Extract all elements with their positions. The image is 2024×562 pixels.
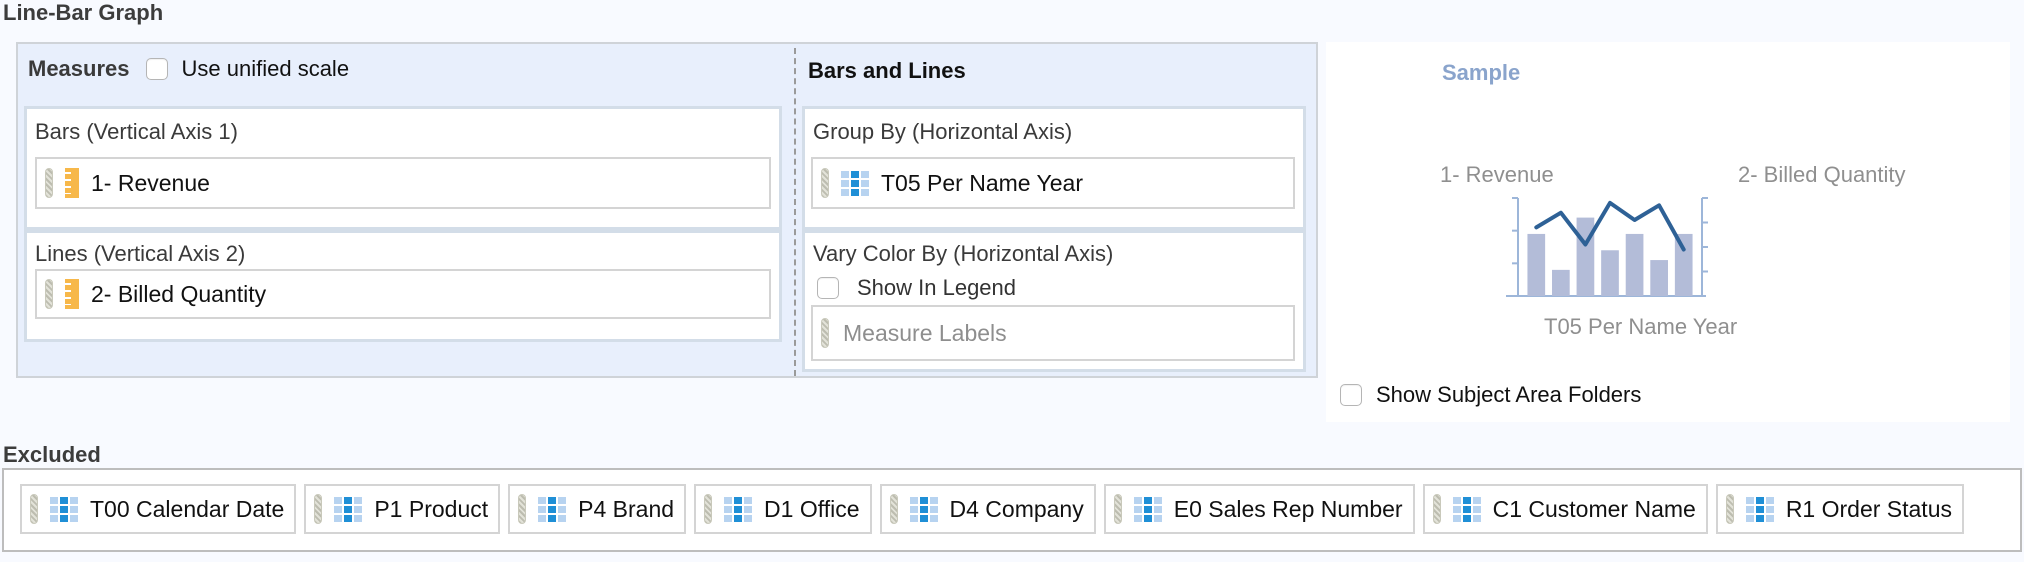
excluded-chip[interactable]: D1 Office xyxy=(694,484,872,534)
bar-mark xyxy=(1601,250,1619,296)
bar-mark xyxy=(1674,233,1693,296)
excluded-chip[interactable]: P1 Product xyxy=(304,484,501,534)
measures-header: Measures Use unified scale xyxy=(28,56,349,82)
sample-chart xyxy=(1506,197,1708,297)
excluded-chip[interactable]: P4 Brand xyxy=(508,484,687,534)
drag-handle-icon[interactable] xyxy=(1725,494,1734,524)
excluded-heading: Excluded xyxy=(3,442,101,467)
bars-drop-zone[interactable]: Bars (Vertical Axis 1) 1- Revenue xyxy=(24,106,782,230)
bars-zone-title: Bars (Vertical Axis 1) xyxy=(35,119,238,144)
bar-mark xyxy=(1527,233,1546,296)
drag-handle-icon[interactable] xyxy=(30,494,38,524)
sample-title: Sample xyxy=(1442,60,1521,85)
drag-handle-icon[interactable] xyxy=(889,494,898,524)
chip-label: P1 Product xyxy=(374,495,489,522)
drag-handle-icon[interactable] xyxy=(1432,494,1441,524)
measure-chip-billed-quantity[interactable]: 2- Billed Quantity xyxy=(35,269,771,319)
placeholder-chip-measure-labels[interactable]: Measure Labels xyxy=(811,305,1295,361)
use-unified-scale-label: Use unified scale xyxy=(181,56,350,81)
vary-color-zone-title: Vary Color By (Horizontal Axis) xyxy=(813,241,1114,266)
attribute-grid-icon xyxy=(538,496,567,522)
bar-mark xyxy=(1576,217,1595,296)
lines-drop-zone[interactable]: Lines (Vertical Axis 2) 2- Billed Quanti… xyxy=(24,230,782,342)
attribute-grid-icon xyxy=(841,170,869,196)
y-axis-label: 1- Revenue xyxy=(1440,162,1554,187)
attribute-grid-icon xyxy=(334,496,363,522)
show-subject-area-folders-row: Show Subject Area Folders xyxy=(1340,382,1641,408)
attribute-grid-icon xyxy=(909,496,938,522)
attribute-grid-icon xyxy=(724,496,753,522)
drag-handle-icon[interactable] xyxy=(821,318,829,348)
chip-label: Measure Labels xyxy=(843,319,1007,346)
line-series-mark xyxy=(1534,200,1686,252)
show-subject-area-folders-checkbox[interactable] xyxy=(1340,384,1362,406)
chip-label: 1- Revenue xyxy=(91,169,210,196)
use-unified-scale-checkbox[interactable] xyxy=(145,58,168,80)
chip-label: E0 Sales Rep Number xyxy=(1173,495,1403,522)
sample-pane: Sample 1- Revenue 2- Billed Quantity T05… xyxy=(1326,42,2010,422)
layout-panel: Measures Use unified scale Bars (Vertica… xyxy=(16,42,1318,378)
drag-handle-icon[interactable] xyxy=(1113,494,1122,524)
drag-handle-icon[interactable] xyxy=(45,168,53,198)
drag-handle-icon[interactable] xyxy=(704,494,713,524)
attribute-grid-icon xyxy=(1133,496,1162,522)
show-in-legend-label: Show In Legend xyxy=(857,275,1017,300)
lines-zone-title: Lines (Vertical Axis 2) xyxy=(35,241,246,266)
group-by-zone-title: Group By (Horizontal Axis) xyxy=(813,119,1073,144)
drag-handle-icon[interactable] xyxy=(314,494,323,524)
bars-and-lines-heading: Bars and Lines xyxy=(808,58,966,83)
excluded-chip[interactable]: T00 Calendar Date xyxy=(20,484,297,534)
show-subject-area-folders-label: Show Subject Area Folders xyxy=(1376,382,1642,407)
chip-label: T00 Calendar Date xyxy=(90,495,285,522)
drag-handle-icon[interactable] xyxy=(45,279,53,309)
vary-color-drop-zone[interactable]: Vary Color By (Horizontal Axis) Show In … xyxy=(802,230,1306,372)
drag-handle-icon[interactable] xyxy=(518,494,527,524)
measure-ruler-icon xyxy=(65,168,79,198)
excluded-chip[interactable]: C1 Customer Name xyxy=(1422,484,1708,534)
chip-label: P4 Brand xyxy=(578,495,675,522)
show-in-legend-checkbox[interactable] xyxy=(817,277,839,299)
excluded-chip[interactable]: E0 Sales Rep Number xyxy=(1103,484,1415,534)
section-divider xyxy=(794,48,796,376)
excluded-list: T00 Calendar Date P1 Product P4 Brand D1 Of… xyxy=(20,484,1964,534)
drag-handle-icon[interactable] xyxy=(821,168,829,198)
chip-label: C1 Customer Name xyxy=(1492,495,1696,522)
excluded-chip[interactable]: R1 Order Status xyxy=(1715,484,1964,534)
measures-heading: Measures xyxy=(28,56,130,81)
attribute-grid-icon xyxy=(1745,496,1774,522)
measure-ruler-icon xyxy=(65,279,79,309)
page-title: Line-Bar Graph xyxy=(3,0,164,25)
attribute-chip-t05-per-name-year[interactable]: T05 Per Name Year xyxy=(811,157,1295,209)
chip-label: T05 Per Name Year xyxy=(881,169,1084,196)
x-axis-label: T05 Per Name Year xyxy=(1544,314,1738,339)
y2-axis-label: 2- Billed Quantity xyxy=(1738,162,1906,187)
bar-mark xyxy=(1625,233,1644,296)
attribute-grid-icon xyxy=(50,496,78,522)
excluded-chip[interactable]: D4 Company xyxy=(879,484,1096,534)
chip-label: D4 Company xyxy=(949,495,1084,522)
chip-label: 2- Billed Quantity xyxy=(91,280,267,307)
chip-label: D1 Office xyxy=(764,495,860,522)
chip-label: R1 Order Status xyxy=(1785,495,1952,522)
show-in-legend-row: Show In Legend xyxy=(817,275,1016,301)
group-by-drop-zone[interactable]: Group By (Horizontal Axis) T05 Per Name … xyxy=(802,106,1306,230)
attribute-grid-icon xyxy=(1452,496,1481,522)
excluded-drop-zone[interactable]: T00 Calendar Date P1 Product P4 Brand D1 Of… xyxy=(2,468,2022,552)
bar-mark xyxy=(1552,269,1570,296)
bar-mark xyxy=(1650,260,1668,296)
measure-chip-revenue[interactable]: 1- Revenue xyxy=(35,157,771,209)
